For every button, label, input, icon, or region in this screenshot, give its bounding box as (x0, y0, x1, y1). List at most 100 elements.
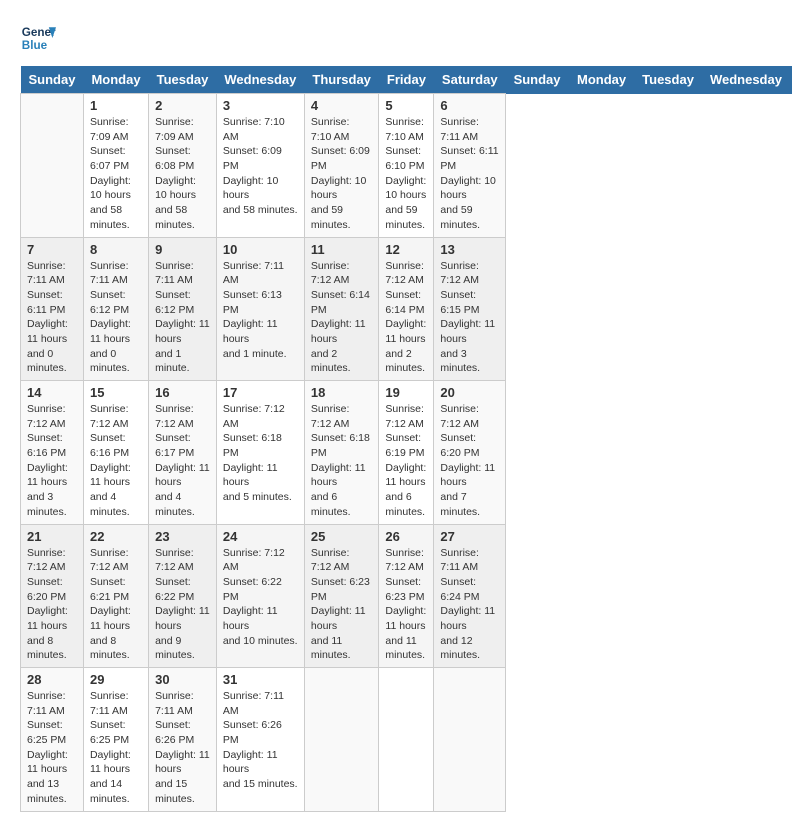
day-of-week-header: Tuesday (634, 66, 702, 94)
calendar-day-cell: 24 Sunrise: 7:12 AM Sunset: 6:22 PM Dayli… (216, 524, 304, 668)
day-info: Sunrise: 7:10 AM Sunset: 6:09 PM Dayligh… (311, 115, 373, 233)
calendar-week-row: 1 Sunrise: 7:09 AM Sunset: 6:07 PM Daylig… (21, 94, 792, 238)
svg-text:Blue: Blue (22, 39, 48, 52)
day-info: Sunrise: 7:11 AM Sunset: 6:12 PM Dayligh… (90, 259, 142, 377)
calendar-day-cell: 8 Sunrise: 7:11 AM Sunset: 6:12 PM Daylig… (83, 237, 148, 381)
day-of-week-header: Monday (569, 66, 634, 94)
day-info: Sunrise: 7:12 AM Sunset: 6:16 PM Dayligh… (90, 402, 142, 520)
day-number: 25 (311, 529, 373, 544)
day-info: Sunrise: 7:12 AM Sunset: 6:22 PM Dayligh… (155, 546, 210, 664)
day-info: Sunrise: 7:11 AM Sunset: 6:26 PM Dayligh… (155, 689, 210, 807)
day-info: Sunrise: 7:09 AM Sunset: 6:07 PM Dayligh… (90, 115, 142, 233)
day-number: 23 (155, 529, 210, 544)
calendar-day-cell: 17 Sunrise: 7:12 AM Sunset: 6:18 PM Dayli… (216, 381, 304, 525)
logo: General Blue (20, 20, 56, 56)
day-of-week-header: Wednesday (702, 66, 790, 94)
calendar-day-cell: 15Sunrise: 7:12 AM Sunset: 6:16 PM Dayli… (83, 381, 148, 525)
day-info: Sunrise: 7:12 AM Sunset: 6:20 PM Dayligh… (440, 402, 499, 520)
day-number: 19 (385, 385, 427, 400)
day-of-week-header: Saturday (434, 66, 506, 94)
calendar-week-row: 21Sunrise: 7:12 AM Sunset: 6:20 PM Dayli… (21, 524, 792, 668)
calendar-day-cell: 7Sunrise: 7:11 AM Sunset: 6:11 PM Daylig… (21, 237, 84, 381)
calendar-day-cell (434, 668, 506, 812)
calendar-day-cell: 1 Sunrise: 7:09 AM Sunset: 6:07 PM Daylig… (83, 94, 148, 238)
calendar-day-cell: 20 Sunrise: 7:12 AM Sunset: 6:20 PM Dayli… (434, 381, 506, 525)
day-number: 11 (311, 242, 373, 257)
day-of-week-header: Monday (83, 66, 148, 94)
calendar-week-row: 7Sunrise: 7:11 AM Sunset: 6:11 PM Daylig… (21, 237, 792, 381)
calendar-day-cell: 30 Sunrise: 7:11 AM Sunset: 6:26 PM Dayli… (149, 668, 217, 812)
day-info: Sunrise: 7:10 AM Sunset: 6:09 PM Dayligh… (223, 115, 298, 218)
day-info: Sunrise: 7:12 AM Sunset: 6:18 PM Dayligh… (223, 402, 298, 505)
calendar-day-cell: 11Sunrise: 7:12 AM Sunset: 6:14 PM Dayli… (304, 237, 379, 381)
calendar-day-cell: 6 Sunrise: 7:11 AM Sunset: 6:11 PM Daylig… (434, 94, 506, 238)
day-number: 24 (223, 529, 298, 544)
day-number: 6 (440, 98, 499, 113)
calendar-day-cell: 12 Sunrise: 7:12 AM Sunset: 6:14 PM Dayli… (379, 237, 434, 381)
day-number: 21 (27, 529, 77, 544)
day-number: 2 (155, 98, 210, 113)
day-info: Sunrise: 7:10 AM Sunset: 6:10 PM Dayligh… (385, 115, 427, 233)
day-of-week-header: Wednesday (216, 66, 304, 94)
day-of-week-header: Tuesday (149, 66, 217, 94)
day-number: 12 (385, 242, 427, 257)
day-info: Sunrise: 7:11 AM Sunset: 6:24 PM Dayligh… (440, 546, 499, 664)
calendar-day-cell: 21Sunrise: 7:12 AM Sunset: 6:20 PM Dayli… (21, 524, 84, 668)
day-number: 1 (90, 98, 142, 113)
page-header: General Blue (20, 20, 772, 56)
day-number: 22 (90, 529, 142, 544)
calendar-day-cell: 29 Sunrise: 7:11 AM Sunset: 6:25 PM Dayli… (83, 668, 148, 812)
day-info: Sunrise: 7:12 AM Sunset: 6:14 PM Dayligh… (385, 259, 427, 377)
day-number: 8 (90, 242, 142, 257)
day-info: Sunrise: 7:11 AM Sunset: 6:25 PM Dayligh… (90, 689, 142, 807)
day-info: Sunrise: 7:11 AM Sunset: 6:13 PM Dayligh… (223, 259, 298, 362)
calendar-day-cell: 9 Sunrise: 7:11 AM Sunset: 6:12 PM Daylig… (149, 237, 217, 381)
header-row: SundayMondayTuesdayWednesdayThursdayFrid… (21, 66, 792, 94)
calendar-day-cell: 26Sunrise: 7:12 AM Sunset: 6:23 PM Dayli… (379, 524, 434, 668)
day-number: 9 (155, 242, 210, 257)
day-of-week-header: Sunday (21, 66, 84, 94)
day-number: 7 (27, 242, 77, 257)
day-info: Sunrise: 7:12 AM Sunset: 6:16 PM Dayligh… (27, 402, 77, 520)
day-info: Sunrise: 7:11 AM Sunset: 6:26 PM Dayligh… (223, 689, 298, 792)
calendar-header: SundayMondayTuesdayWednesdayThursdayFrid… (21, 66, 792, 94)
calendar-day-cell: 31 Sunrise: 7:11 AM Sunset: 6:26 PM Dayli… (216, 668, 304, 812)
day-number: 5 (385, 98, 427, 113)
day-info: Sunrise: 7:12 AM Sunset: 6:23 PM Dayligh… (311, 546, 373, 664)
day-number: 20 (440, 385, 499, 400)
day-number: 17 (223, 385, 298, 400)
calendar-day-cell: 27 Sunrise: 7:11 AM Sunset: 6:24 PM Dayli… (434, 524, 506, 668)
day-number: 16 (155, 385, 210, 400)
day-of-week-header: Friday (379, 66, 434, 94)
day-number: 13 (440, 242, 499, 257)
day-number: 27 (440, 529, 499, 544)
calendar-body: 1 Sunrise: 7:09 AM Sunset: 6:07 PM Daylig… (21, 94, 792, 812)
day-info: Sunrise: 7:12 AM Sunset: 6:22 PM Dayligh… (223, 546, 298, 649)
calendar-day-cell: 5 Sunrise: 7:10 AM Sunset: 6:10 PM Daylig… (379, 94, 434, 238)
day-info: Sunrise: 7:12 AM Sunset: 6:15 PM Dayligh… (440, 259, 499, 377)
calendar-week-row: 14 Sunrise: 7:12 AM Sunset: 6:16 PM Dayli… (21, 381, 792, 525)
day-number: 29 (90, 672, 142, 687)
day-info: Sunrise: 7:12 AM Sunset: 6:21 PM Dayligh… (90, 546, 142, 664)
calendar-day-cell: 19Sunrise: 7:12 AM Sunset: 6:19 PM Dayli… (379, 381, 434, 525)
day-number: 28 (27, 672, 77, 687)
day-info: Sunrise: 7:09 AM Sunset: 6:08 PM Dayligh… (155, 115, 210, 233)
day-number: 14 (27, 385, 77, 400)
calendar-day-cell: 16Sunrise: 7:12 AM Sunset: 6:17 PM Dayli… (149, 381, 217, 525)
logo-icon: General Blue (20, 20, 56, 56)
day-number: 30 (155, 672, 210, 687)
day-info: Sunrise: 7:11 AM Sunset: 6:25 PM Dayligh… (27, 689, 77, 807)
calendar-week-row: 28 Sunrise: 7:11 AM Sunset: 6:25 PM Dayli… (21, 668, 792, 812)
calendar-day-cell: 28 Sunrise: 7:11 AM Sunset: 6:25 PM Dayli… (21, 668, 84, 812)
day-info: Sunrise: 7:11 AM Sunset: 6:12 PM Dayligh… (155, 259, 210, 377)
day-number: 31 (223, 672, 298, 687)
calendar-day-cell (379, 668, 434, 812)
calendar-day-cell (304, 668, 379, 812)
day-number: 10 (223, 242, 298, 257)
calendar-table: SundayMondayTuesdayWednesdayThursdayFrid… (20, 66, 792, 812)
calendar-day-cell: 4Sunrise: 7:10 AM Sunset: 6:09 PM Daylig… (304, 94, 379, 238)
day-info: Sunrise: 7:12 AM Sunset: 6:18 PM Dayligh… (311, 402, 373, 520)
calendar-day-cell: 18Sunrise: 7:12 AM Sunset: 6:18 PM Dayli… (304, 381, 379, 525)
day-info: Sunrise: 7:11 AM Sunset: 6:11 PM Dayligh… (440, 115, 499, 233)
day-number: 26 (385, 529, 427, 544)
